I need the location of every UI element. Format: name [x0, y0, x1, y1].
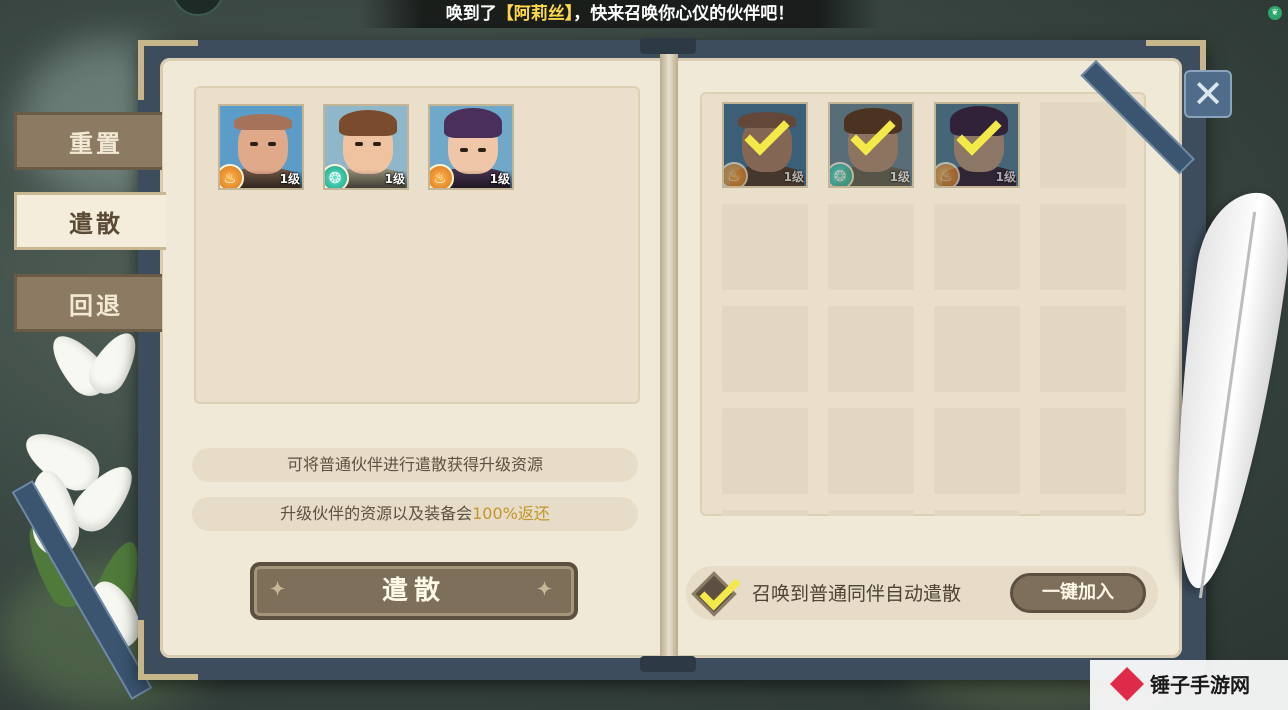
watermark-text: 锤子手游网: [1150, 673, 1250, 697]
partner-card[interactable]: ❂ 1级: [323, 104, 409, 190]
portrait-eye: [373, 142, 381, 146]
tab-dismiss-label: 遣散: [69, 209, 123, 238]
info-line-refund: 升级伙伴的资源以及装备会100%返还: [192, 497, 638, 531]
partner-level: 1级: [889, 170, 910, 184]
empty-slot[interactable]: [1040, 510, 1126, 516]
partner-level: 1级: [995, 170, 1016, 184]
partner-level: 1级: [489, 172, 510, 186]
empty-slot[interactable]: [934, 204, 1020, 290]
selected-partner-card[interactable]: ♨ 1级: [722, 102, 808, 188]
portrait-hat: [444, 108, 502, 138]
banner-highlight: 【阿莉丝】: [496, 4, 574, 24]
empty-slot[interactable]: [828, 510, 914, 516]
summon-announcement-banner: 唤到了【阿莉丝】，快来召唤你心仪的伙伴吧！: [360, 0, 880, 28]
portrait-eye: [355, 142, 363, 146]
empty-slot[interactable]: [934, 408, 1020, 494]
empty-slot[interactable]: [828, 306, 914, 392]
add-all-button[interactable]: 一键加入: [1010, 573, 1146, 613]
book-spine: [660, 52, 678, 664]
owned-partner-list: ♨ 1级 ❂ 1级 ♨ 1级: [194, 86, 640, 404]
tab-dismiss[interactable]: 遣散: [14, 192, 166, 250]
empty-slot[interactable]: [934, 510, 1020, 516]
fire-icon: ♨: [936, 162, 960, 186]
partner-level: 1级: [384, 172, 405, 186]
portrait-eye: [460, 148, 468, 152]
empty-slot[interactable]: [722, 306, 808, 392]
portrait-eye: [268, 142, 276, 146]
fire-icon: ♨: [724, 162, 748, 186]
empty-slot[interactable]: [1040, 102, 1126, 188]
portrait-eye: [250, 142, 258, 146]
empty-slot[interactable]: [722, 204, 808, 290]
empty-slot[interactable]: [1040, 204, 1126, 290]
selected-partner-card[interactable]: ♨ 1级: [934, 102, 1020, 188]
empty-slot[interactable]: [828, 204, 914, 290]
fire-icon: ♨: [430, 164, 454, 188]
banner-text-end: ，快来召唤你心仪的伙伴吧！: [573, 4, 795, 24]
portrait-eye: [478, 148, 486, 152]
banner-text: 唤到了: [445, 4, 497, 24]
partner-level: 1级: [279, 172, 300, 186]
auto-dismiss-label: 召唤到普通同伴自动遣散: [752, 583, 962, 605]
spine-cap: [640, 38, 696, 54]
partner-level: 1级: [783, 170, 804, 184]
empty-slot[interactable]: [722, 510, 808, 516]
fire-icon: ♨: [220, 164, 244, 188]
refund-highlight: 100%返还: [472, 504, 550, 523]
dismiss-button[interactable]: ✦ 遣散 ✦: [250, 562, 578, 620]
dismiss-slot-grid: ♨ 1级 ❂ 1级 ♨ 1级: [700, 92, 1146, 516]
partner-card[interactable]: ♨ 1级: [218, 104, 304, 190]
empty-slot[interactable]: [828, 408, 914, 494]
sparkle-icon: ✦: [270, 579, 292, 600]
selected-partner-card[interactable]: ❂ 1级: [828, 102, 914, 188]
info-text: 升级伙伴的资源以及装备会: [280, 504, 473, 523]
wind-icon: ❂: [325, 164, 349, 188]
empty-slot[interactable]: [934, 306, 1020, 392]
partner-card[interactable]: ♨ 1级: [428, 104, 514, 190]
sparkle-icon: ✦: [536, 579, 558, 600]
empty-slot[interactable]: [1040, 306, 1126, 392]
tab-reset-label: 重置: [69, 129, 123, 158]
spine-cap: [640, 656, 696, 672]
tab-reset[interactable]: 重置: [14, 112, 162, 170]
menu-emblem-icon[interactable]: [172, 0, 224, 16]
wind-icon: ❂: [830, 162, 854, 186]
tab-rollback[interactable]: 回退: [14, 274, 162, 332]
leaf-icon[interactable]: ❦: [1268, 6, 1282, 20]
close-icon[interactable]: ✕: [1184, 70, 1232, 118]
dismiss-button-label: 遣散: [381, 576, 446, 606]
info-line-dismiss: 可将普通伙伴进行遣散获得升级资源: [192, 448, 638, 482]
portrait-hair: [234, 114, 292, 130]
empty-slot[interactable]: [1040, 408, 1126, 494]
info-text: 可将普通伙伴进行遣散获得升级资源: [286, 455, 543, 474]
empty-slot[interactable]: [722, 408, 808, 494]
portrait-hair: [339, 110, 397, 136]
tab-rollback-label: 回退: [69, 291, 123, 320]
